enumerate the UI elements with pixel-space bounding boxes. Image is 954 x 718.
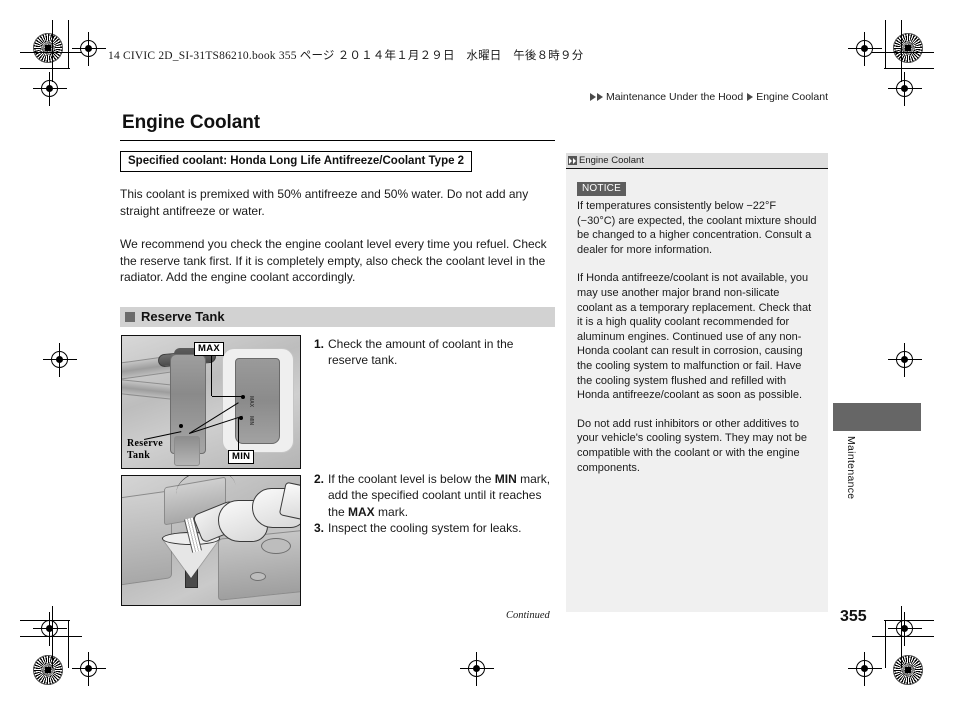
page-title: Engine Coolant (122, 112, 260, 133)
registration-mark-bottom-left-inner (72, 652, 106, 686)
breadcrumb-parent[interactable]: Maintenance Under the Hood (606, 91, 743, 103)
figure1-min-mark-small: MIN (248, 415, 254, 425)
sidebar-notice-text: If temperatures consistently below −22°F… (577, 200, 817, 256)
crop-line-bl-v2 (68, 620, 69, 668)
paragraph-premix: This coolant is premixed with 50% antifr… (120, 187, 529, 218)
registration-mark-top-right-lower (888, 72, 922, 106)
crop-line-tl-h1 (20, 52, 82, 53)
breadcrumb: Maintenance Under the Hood Engine Coolan… (590, 91, 828, 103)
figure1-callout-tank-detail (235, 357, 280, 444)
page-number: 355 (840, 608, 867, 625)
section-bullet-icon (125, 311, 135, 322)
steps-group-first: 1. Check the amount of coolant in the re… (314, 336, 556, 369)
step-item-1: 1. Check the amount of coolant in the re… (314, 336, 556, 369)
crop-line-bl-h1 (20, 636, 82, 637)
crop-line-tr-v1 (901, 20, 902, 82)
crop-line-br-h1 (872, 636, 934, 637)
step-number-2: 2. (314, 471, 325, 486)
crop-line-bl-h2 (20, 620, 70, 621)
step-text-3: Inspect the cooling system for leaks. (328, 521, 522, 535)
sidebar-header-label: Engine Coolant (579, 155, 644, 166)
figure1-bracket (174, 435, 200, 466)
registration-mark-right-middle (888, 343, 922, 377)
figure1-pointer-dot-tank (179, 423, 183, 428)
figure1-leader-max-vertical (210, 353, 212, 396)
double-arrow-icon (568, 156, 577, 165)
crop-line-tr-h2 (884, 68, 934, 69)
step-number-3: 3. (314, 521, 325, 535)
sidebar-body: NOTICE If temperatures consistently belo… (566, 169, 828, 612)
print-star-target-bottom-right (893, 655, 923, 685)
breadcrumb-arrow-icon-3 (747, 93, 754, 101)
sidebar-info-column: Engine Coolant NOTICE If temperatures co… (566, 153, 828, 612)
print-star-target-top-left (33, 33, 63, 63)
step-text-1: Check the amount of coolant in the reser… (328, 336, 514, 368)
print-star-target-bottom-left (33, 655, 63, 685)
thumb-tab-label: Maintenance (845, 436, 857, 500)
continued-label: Continued (506, 610, 550, 621)
sidebar-header: Engine Coolant (566, 153, 828, 169)
figure1-label-min: MIN (228, 449, 255, 464)
crop-line-tr-v2 (885, 20, 886, 68)
figure2-cap-recess-large (261, 537, 291, 554)
figure1-label-max: MAX (194, 341, 225, 356)
paragraph-check-level: We recommend you check the engine coolan… (120, 237, 547, 284)
manual-page: 14 CIVIC 2D_SI-31TS86210.book 355 ページ ２０… (0, 0, 954, 718)
step2-text-a: If the coolant level is below the (328, 471, 495, 486)
breadcrumb-current: Engine Coolant (756, 91, 828, 103)
running-head: 14 CIVIC 2D_SI-31TS86210.book 355 ページ ２０… (108, 50, 584, 62)
step-item-3: 3. Inspect the cooling system for leaks. (314, 520, 556, 537)
step-text-2: If the coolant level is below the MIN ma… (328, 471, 556, 521)
main-content-column: Engine Coolant Specified coolant: Honda … (120, 112, 555, 617)
thumb-tab-block (833, 403, 921, 431)
figure1-leader-min-vertical (237, 417, 239, 450)
registration-mark-top-left-lower (33, 72, 67, 106)
print-star-target-top-right (893, 33, 923, 63)
registration-mark-bottom-left-upper (33, 612, 67, 646)
crop-line-tl-h2 (20, 68, 70, 69)
figure1-leader-max-horizontal (212, 395, 243, 397)
figure-pouring-coolant (121, 474, 301, 606)
crop-line-br-h2 (884, 620, 934, 621)
registration-mark-bottom-center (460, 652, 494, 686)
breadcrumb-arrow-icon-1 (590, 93, 597, 101)
notice-badge: NOTICE (577, 182, 626, 196)
specified-coolant-box: Specified coolant: Honda Long Life Antif… (120, 151, 473, 172)
registration-mark-bottom-right-inner (848, 652, 882, 686)
figure-reserve-tank-location: MAX MIN MAX MIN Reserve Tank (121, 334, 301, 469)
step-number-1: 1. (314, 336, 325, 351)
registration-mark-top-right-inner (848, 32, 882, 66)
page-title-rule: Engine Coolant (120, 112, 555, 141)
crop-line-tl-v2 (68, 20, 69, 68)
step2-bold-min: MIN (494, 471, 517, 486)
breadcrumb-arrow-icon-2 (597, 93, 604, 101)
crop-line-tr-h1 (872, 52, 934, 53)
figure1-label-reserve-line1: Reserve (127, 437, 163, 449)
step-item-2: 2. If the coolant level is below the MIN… (314, 471, 556, 521)
crop-line-tl-v1 (52, 20, 53, 82)
figure1-max-mark-small: MAX (248, 395, 254, 407)
figure1-label-reserve-line2: Tank (127, 449, 151, 461)
section-heading-label: Reserve Tank (141, 309, 225, 324)
figures-and-steps: MAX MIN MAX MIN Reserve Tank 1. Check th… (120, 334, 556, 617)
figure2-cap-recess-small (250, 571, 266, 581)
crop-line-br-v1 (901, 606, 902, 668)
step2-text-c: mark. (374, 504, 409, 519)
steps-group-second: 2. If the coolant level is below the MIN… (314, 471, 556, 537)
section-heading-reserve-tank: Reserve Tank (120, 306, 555, 327)
registration-mark-left-middle (43, 343, 77, 377)
step2-bold-max: MAX (348, 504, 375, 519)
registration-mark-bottom-right-upper (888, 612, 922, 646)
crop-line-br-v2 (885, 620, 886, 668)
sidebar-paragraph-additives: Do not add rust inhibitors or other addi… (577, 417, 807, 474)
sidebar-paragraph-substitute-coolant: If Honda antifreeze/coolant is not avail… (577, 272, 812, 402)
registration-mark-top-left-inner (72, 32, 106, 66)
crop-line-bl-v1 (52, 606, 53, 668)
